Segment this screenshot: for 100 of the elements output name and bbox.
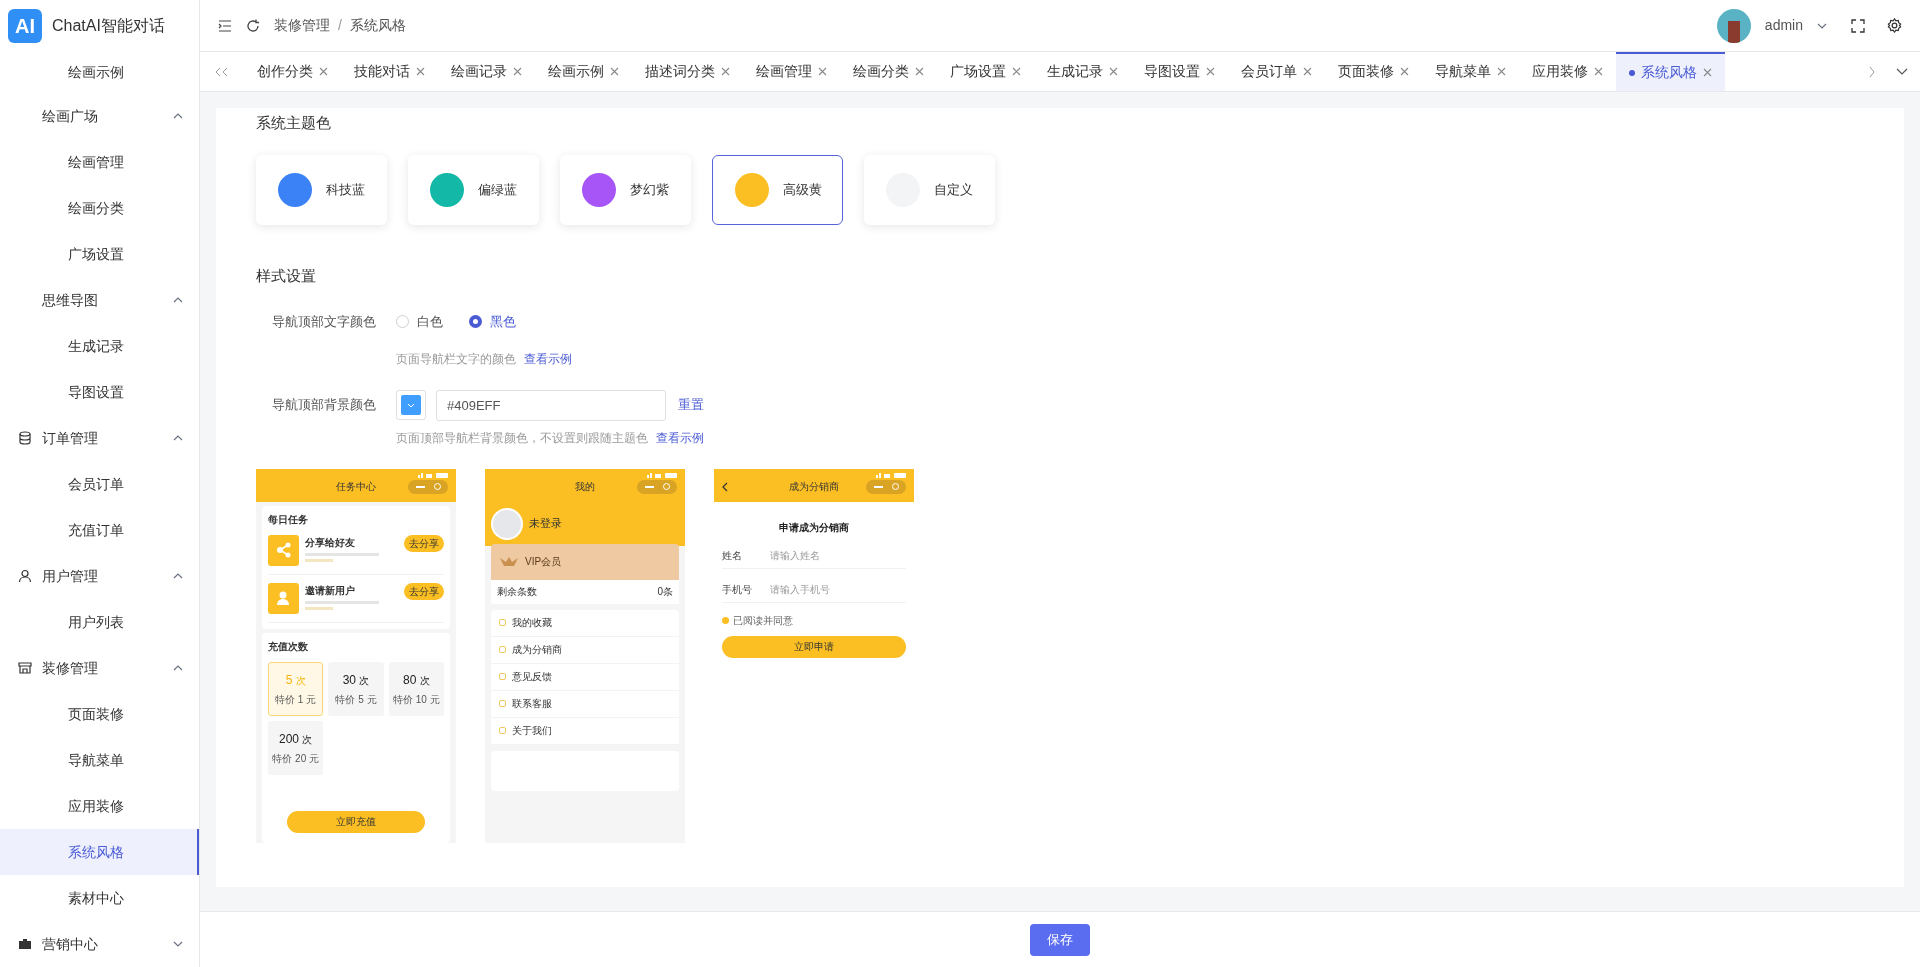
recharge-button[interactable]: 立即充值 <box>287 810 425 833</box>
sidebar-group[interactable]: 用户管理 <box>0 553 199 599</box>
tab[interactable]: 描述词分类 <box>632 52 743 91</box>
example-link[interactable]: 查看示例 <box>656 428 704 447</box>
tab[interactable]: 绘画分类 <box>840 52 937 91</box>
user-name[interactable]: admin <box>1764 15 1803 36</box>
tab[interactable]: 页面装修 <box>1325 52 1422 91</box>
package-card[interactable]: 80 次 特价 10 元 <box>388 661 444 716</box>
capsule-icon <box>637 479 677 494</box>
color-input[interactable]: #409EFF <box>436 389 666 421</box>
color-picker[interactable] <box>396 390 426 420</box>
close-icon[interactable] <box>721 67 730 76</box>
package-card[interactable]: 30 次 特价 5 元 <box>328 661 384 716</box>
tab[interactable]: 技能对话 <box>341 52 438 91</box>
crown-icon <box>499 555 519 568</box>
logo-icon: AI <box>8 9 42 43</box>
chevron-icon <box>173 295 183 305</box>
sidebar-group[interactable]: 装修管理 <box>0 645 199 691</box>
sidebar-item[interactable]: 绘画管理 <box>0 139 199 185</box>
avatar-icon[interactable] <box>1716 8 1751 43</box>
close-icon[interactable] <box>915 67 924 76</box>
sidebar-group[interactable]: 订单管理 <box>0 415 199 461</box>
package-card[interactable]: 200 次 特价 20 元 <box>268 720 324 775</box>
share-button[interactable]: 去分享 <box>404 534 444 552</box>
close-icon[interactable] <box>1109 67 1118 76</box>
sidebar-item[interactable]: 用户列表 <box>0 599 199 645</box>
sidebar-item[interactable]: 页面装修 <box>0 691 199 737</box>
close-icon[interactable] <box>1303 67 1312 76</box>
radio-option[interactable]: 白色 <box>396 312 443 332</box>
theme-card[interactable]: 梦幻紫 <box>560 154 691 225</box>
settings-icon[interactable] <box>1887 18 1902 33</box>
sidebar-item[interactable]: 导航菜单 <box>0 737 199 783</box>
menu-item[interactable]: 关于我们 <box>491 717 679 745</box>
tab[interactable]: 广场设置 <box>937 52 1034 91</box>
tab[interactable]: 绘画示例 <box>535 52 632 91</box>
refresh-icon[interactable] <box>246 18 260 33</box>
radio-option[interactable]: 黑色 <box>469 312 516 332</box>
close-icon[interactable] <box>416 67 425 76</box>
scroll-right-icon[interactable] <box>1868 65 1876 78</box>
briefcase-icon <box>18 937 32 951</box>
share-button[interactable]: 去分享 <box>404 582 444 600</box>
theme-card[interactable]: 高级黄 <box>712 154 843 225</box>
sidebar-group[interactable]: 绘画广场 <box>0 93 199 139</box>
sidebar-item[interactable]: 素材中心 <box>0 875 199 921</box>
tab[interactable]: 应用装修 <box>1519 52 1616 91</box>
sidebar-item[interactable]: 系统风格 <box>0 829 199 875</box>
menu-item[interactable]: 我的收藏 <box>491 609 679 637</box>
agree-checkbox[interactable] <box>722 616 729 624</box>
phone-title: 任务中心 <box>335 480 377 494</box>
tab[interactable]: 绘画记录 <box>438 52 535 91</box>
close-icon[interactable] <box>1012 67 1021 76</box>
close-icon[interactable] <box>818 67 827 76</box>
input-field[interactable]: 请输入手机号 <box>770 581 906 597</box>
sidebar-item[interactable]: 导图设置 <box>0 369 199 415</box>
sidebar-item[interactable]: 绘画分类 <box>0 185 199 231</box>
close-icon[interactable] <box>1400 67 1409 76</box>
sidebar-item[interactable]: 应用装修 <box>0 783 199 829</box>
scroll-left-icon[interactable] <box>214 66 230 77</box>
tab[interactable]: 系统风格 <box>1616 52 1725 91</box>
sidebar-item[interactable]: 充值订单 <box>0 507 199 553</box>
theme-card[interactable]: 偏绿蓝 <box>408 154 539 225</box>
tab[interactable]: 生成记录 <box>1034 52 1131 91</box>
theme-card[interactable]: 科技蓝 <box>256 154 387 225</box>
theme-card[interactable]: 自定义 <box>864 154 995 225</box>
reset-link[interactable]: 重置 <box>678 395 704 415</box>
menu-item[interactable]: 联系客服 <box>491 690 679 718</box>
input-field[interactable]: 请输入姓名 <box>770 547 906 563</box>
apply-button[interactable]: 立即申请 <box>722 635 906 658</box>
close-icon[interactable] <box>319 67 328 76</box>
menu-item[interactable]: 意见反馈 <box>491 663 679 691</box>
section-title: 系统主题色 <box>256 113 332 133</box>
tab[interactable]: 创作分类 <box>244 52 341 91</box>
sidebar-group[interactable]: 营销中心 <box>0 921 199 967</box>
sidebar-item[interactable]: 广场设置 <box>0 231 199 277</box>
sidebar-item[interactable]: 会员订单 <box>0 461 199 507</box>
field-label: 姓名 <box>722 548 743 563</box>
tab[interactable]: 导航菜单 <box>1422 52 1519 91</box>
package-card[interactable]: 5 次 特价 1 元 <box>268 661 324 716</box>
close-icon[interactable] <box>610 67 619 76</box>
add-user-icon <box>268 582 299 614</box>
close-icon[interactable] <box>1497 67 1506 76</box>
tabs-menu-icon[interactable] <box>1896 67 1908 76</box>
tab[interactable]: 导图设置 <box>1131 52 1228 91</box>
package-price: 特价 10 元 <box>392 692 440 707</box>
tab[interactable]: 绘画管理 <box>743 52 840 91</box>
sidebar-group[interactable]: 思维导图 <box>0 277 199 323</box>
sidebar-item[interactable]: 生成记录 <box>0 323 199 369</box>
fullscreen-icon[interactable] <box>1851 18 1865 33</box>
save-button[interactable]: 保存 <box>1030 923 1090 956</box>
sidebar-item[interactable]: 绘画示例 <box>0 52 199 93</box>
close-icon[interactable] <box>513 67 522 76</box>
close-icon[interactable] <box>1206 67 1215 76</box>
breadcrumb-item[interactable]: 装修管理 <box>274 15 330 36</box>
close-icon[interactable] <box>1703 68 1712 77</box>
hint-text: 页面导航栏文字的颜色 <box>396 350 516 368</box>
close-icon[interactable] <box>1594 67 1603 76</box>
tab[interactable]: 会员订单 <box>1228 52 1325 91</box>
menu-item[interactable]: 成为分销商 <box>491 636 679 664</box>
menu-icon[interactable] <box>218 19 232 32</box>
example-link[interactable]: 查看示例 <box>524 349 572 368</box>
